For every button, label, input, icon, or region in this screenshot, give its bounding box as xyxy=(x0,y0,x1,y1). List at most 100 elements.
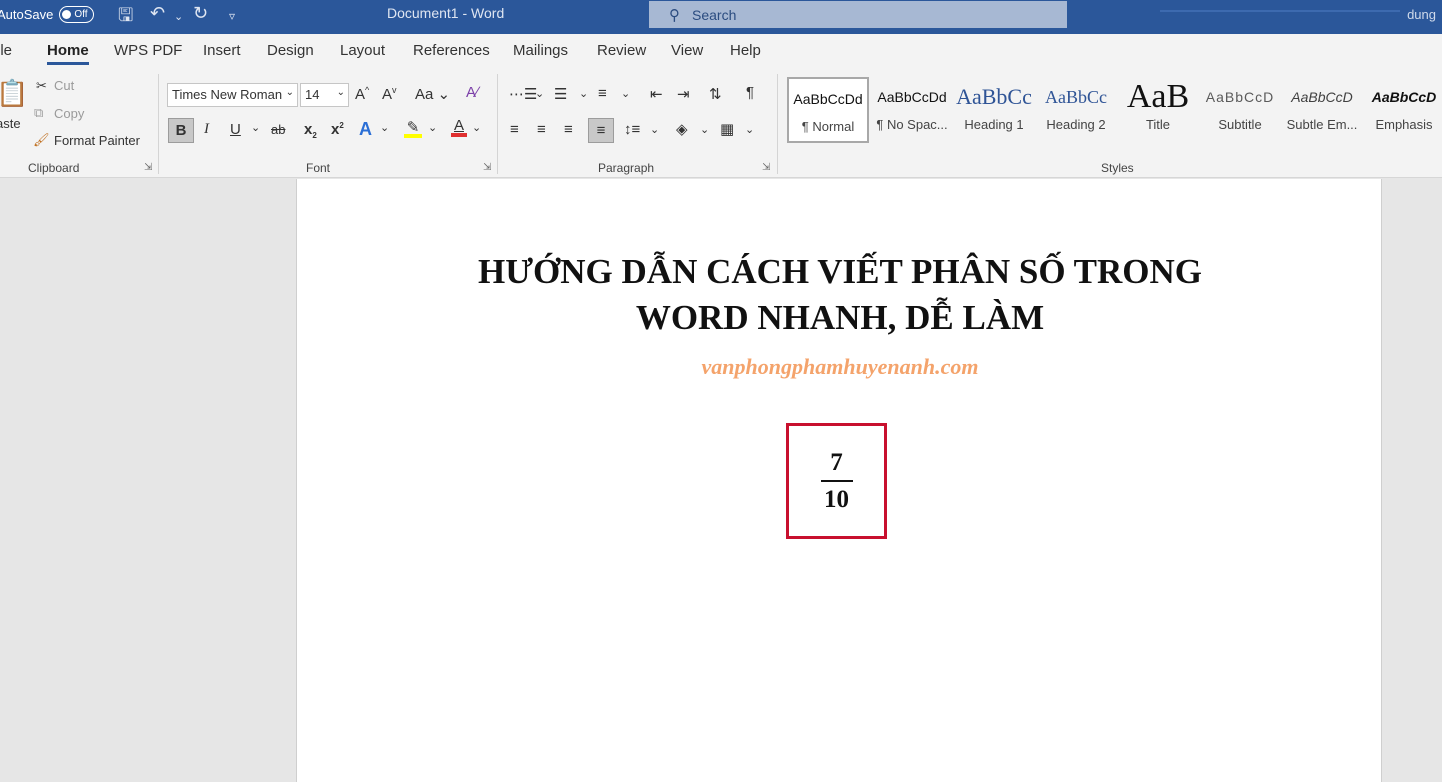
style-subtitle[interactable]: AaBbCcD Subtitle xyxy=(1199,77,1281,143)
change-case-icon[interactable]: Aa ⌄ xyxy=(415,85,450,103)
style-heading-1[interactable]: AaBbCc Heading 1 xyxy=(953,77,1035,143)
autosave-control[interactable]: AutoSave Off xyxy=(0,6,94,23)
shading-icon[interactable]: ◈ xyxy=(676,120,688,138)
sort-icon[interactable]: ⇅ xyxy=(709,85,722,103)
cut-icon[interactable]: ✂ xyxy=(36,78,47,94)
format-painter-icon[interactable]: 🖌 xyxy=(33,132,50,148)
justify-icon[interactable]: ≡ xyxy=(588,118,614,143)
tab-home[interactable]: Home xyxy=(47,42,89,65)
copy-icon[interactable]: ⧉ xyxy=(34,105,43,121)
document-page[interactable]: HƯỚNG DẪN CÁCH VIẾT PHÂN SỐ TRONG WORD N… xyxy=(296,179,1382,782)
strikethrough-button[interactable]: ab xyxy=(271,122,285,137)
paragraph-launcher-icon[interactable]: ⇲ xyxy=(762,162,770,173)
underline-button[interactable]: U xyxy=(230,121,241,138)
style-no-spacing[interactable]: AaBbCcDd ¶ No Spac... xyxy=(871,77,953,143)
text-effects-icon[interactable]: A xyxy=(359,119,372,140)
save-icon[interactable]: 🖫 xyxy=(118,3,133,33)
chevron-down-icon: ⌄ xyxy=(336,87,345,98)
superscript-button[interactable]: x2 xyxy=(331,121,344,138)
chevron-down-icon[interactable]: ⌄ xyxy=(428,121,437,134)
pilcrow-icon[interactable]: ¶ xyxy=(746,84,754,101)
style-emphasis[interactable]: AaBbCcD Emphasis xyxy=(1363,77,1442,143)
tab-wps-pdf[interactable]: WPS PDF xyxy=(114,42,182,59)
autosave-state: Off xyxy=(74,9,88,20)
increase-indent-icon[interactable]: ⇥ xyxy=(677,85,690,103)
paste-button[interactable]: aste xyxy=(0,116,21,131)
style-sample: AaBbCcD xyxy=(1205,89,1275,105)
chevron-down-icon[interactable]: ⌄ xyxy=(650,123,659,136)
align-right-icon[interactable]: ≡ xyxy=(564,121,573,138)
style-name: Heading 1 xyxy=(964,117,1024,132)
line-spacing-icon[interactable]: ↕≡ xyxy=(624,121,640,138)
redo-icon[interactable]: ↻ xyxy=(193,3,208,24)
italic-button[interactable]: I xyxy=(204,121,209,138)
tab-design[interactable]: Design xyxy=(267,42,314,59)
numbering-icon[interactable]: ☰ xyxy=(554,85,567,103)
style-subtle-emphasis[interactable]: AaBbCcD Subtle Em... xyxy=(1281,77,1363,143)
search-icon: ⚲ xyxy=(669,6,680,24)
font-color-icon[interactable]: A xyxy=(451,117,467,137)
clipboard-group-label: Clipboard xyxy=(28,161,80,175)
highlight-color-icon[interactable]: ✎ xyxy=(404,118,422,138)
tab-review[interactable]: Review xyxy=(597,42,646,59)
font-size-value: 14 xyxy=(305,87,320,102)
chevron-down-icon[interactable]: ⌄ xyxy=(745,123,754,136)
style-name: Subtle Em... xyxy=(1286,117,1358,132)
chevron-down-icon[interactable]: ⌄ xyxy=(700,123,709,136)
style-name: ¶ No Spac... xyxy=(876,117,948,132)
font-group-label: Font xyxy=(306,161,331,175)
fraction-denominator: 10 xyxy=(824,486,849,513)
font-name-select[interactable]: Times New Roman ⌄ xyxy=(167,83,298,107)
document-subtitle[interactable]: vanphongphamhuyenanh.com xyxy=(297,354,1383,380)
search-box[interactable]: ⚲ Search xyxy=(649,1,1067,28)
style-sample: AaBbCcDd xyxy=(877,89,947,105)
copy-button[interactable]: Copy xyxy=(54,106,84,121)
chevron-down-icon[interactable]: ⌄ xyxy=(621,87,630,100)
subscript-button[interactable]: x2 xyxy=(304,121,317,140)
cut-button[interactable]: Cut xyxy=(54,78,74,93)
align-left-icon[interactable]: ≡ xyxy=(510,121,519,138)
chevron-down-icon[interactable]: ⌄ xyxy=(579,87,588,100)
tab-layout[interactable]: Layout xyxy=(340,42,385,59)
tab-references[interactable]: References xyxy=(413,42,490,59)
multilevel-list-icon[interactable]: ≡ xyxy=(598,85,607,102)
paste-icon[interactable]: 📋 xyxy=(0,78,28,109)
undo-icon[interactable]: ↶ xyxy=(150,3,165,24)
style-name: Emphasis xyxy=(1375,117,1433,132)
bold-button[interactable]: B xyxy=(168,118,194,143)
user-name[interactable]: dung xyxy=(1407,7,1436,22)
clipboard-launcher-icon[interactable]: ⇲ xyxy=(144,162,152,173)
tab-view[interactable]: View xyxy=(671,42,703,59)
chevron-down-icon[interactable]: ⌄ xyxy=(380,121,389,134)
autosave-toggle[interactable]: Off xyxy=(59,6,94,23)
customize-qat-icon[interactable]: ▿ xyxy=(229,9,235,23)
style-heading-2[interactable]: AaBbCc Heading 2 xyxy=(1035,77,1117,143)
tab-insert[interactable]: Insert xyxy=(203,42,241,59)
shrink-font-icon[interactable]: Av xyxy=(382,85,397,103)
borders-icon[interactable]: ▦ xyxy=(720,120,734,138)
style-title[interactable]: AaB Title xyxy=(1117,77,1199,143)
tab-help[interactable]: Help xyxy=(730,42,761,59)
chevron-down-icon[interactable]: ⌄ xyxy=(535,87,544,100)
search-placeholder: Search xyxy=(692,6,737,23)
bullets-icon[interactable]: ⋯☰ xyxy=(509,85,537,103)
undo-dropdown-icon[interactable]: ⌄ xyxy=(174,10,183,23)
grow-font-icon[interactable]: A^ xyxy=(355,85,369,103)
fraction-bar xyxy=(820,480,853,482)
style-name: Heading 2 xyxy=(1046,117,1106,132)
decrease-indent-icon[interactable]: ⇤ xyxy=(650,85,663,103)
clear-formatting-icon[interactable]: A∕ xyxy=(466,84,479,101)
heading-line-1: HƯỚNG DẪN CÁCH VIẾT PHÂN SỐ TRONG xyxy=(477,252,1203,291)
font-launcher-icon[interactable]: ⇲ xyxy=(483,162,491,173)
tab-file[interactable]: ile xyxy=(0,42,12,59)
format-painter-button[interactable]: Format Painter xyxy=(54,133,140,148)
tab-mailings[interactable]: Mailings xyxy=(513,42,568,59)
font-name-value: Times New Roman xyxy=(172,87,283,102)
style-normal[interactable]: AaBbCcDd ¶ Normal xyxy=(787,77,869,143)
fraction[interactable]: 7 10 xyxy=(789,448,884,514)
font-size-select[interactable]: 14 ⌄ xyxy=(300,83,349,107)
document-heading[interactable]: HƯỚNG DẪN CÁCH VIẾT PHÂN SỐ TRONG WORD N… xyxy=(297,249,1383,341)
underline-dropdown-icon[interactable]: ⌄ xyxy=(251,121,260,134)
chevron-down-icon[interactable]: ⌄ xyxy=(472,121,481,134)
align-center-icon[interactable]: ≡ xyxy=(537,121,546,138)
